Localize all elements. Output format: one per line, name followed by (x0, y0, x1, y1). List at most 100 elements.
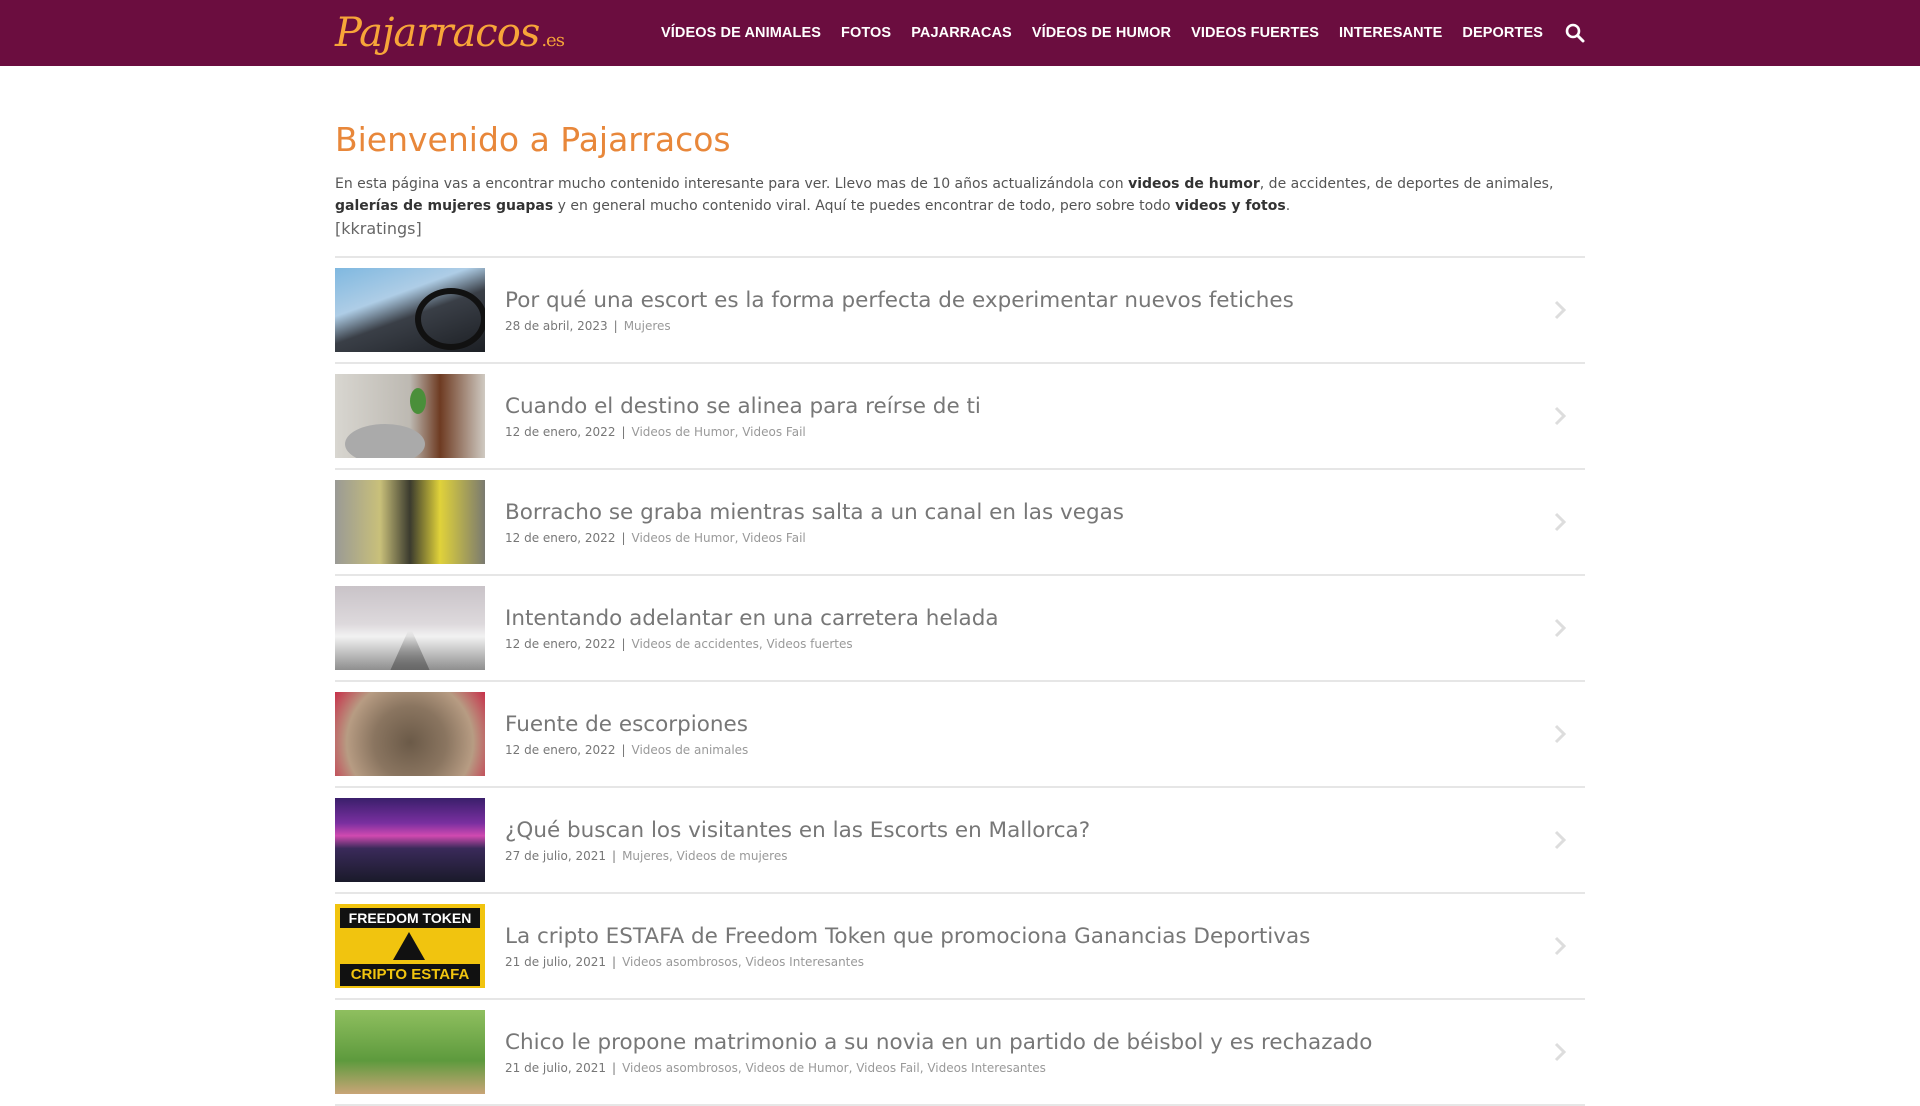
header-inner: Pajarracos .es VÍDEOS DE ANIMALES FOTOS … (335, 0, 1585, 66)
site-header: Pajarracos .es VÍDEOS DE ANIMALES FOTOS … (0, 0, 1920, 66)
site-logo[interactable]: Pajarracos .es (335, 10, 565, 56)
post-row[interactable]: Fuente de escorpiones 12 de enero, 2022 |… (335, 682, 1585, 788)
post-thumbnail[interactable] (335, 374, 485, 458)
post-categories[interactable]: Videos asombrosos, Videos de Humor, Vide… (622, 1061, 1046, 1075)
post-text: Chico le propone matrimonio a su novia e… (505, 1030, 1549, 1075)
chevron-right-icon[interactable] (1549, 511, 1571, 533)
chevron-right-icon[interactable] (1549, 935, 1571, 957)
meta-separator: | (621, 424, 626, 439)
thumb-caption-bottom: CRIPTO ESTAFA (340, 964, 480, 986)
intro-part-1: En esta página vas a encontrar mucho con… (335, 176, 1129, 192)
post-text: ¿Qué buscan los visitantes en las Escort… (505, 818, 1549, 863)
post-row[interactable]: Chico le propone matrimonio a su novia e… (335, 1000, 1585, 1106)
chevron-right-icon[interactable] (1549, 617, 1571, 639)
nav-deportes[interactable]: DEPORTES (1462, 25, 1543, 41)
logo-suffix: .es (541, 30, 565, 51)
post-thumbnail[interactable] (335, 480, 485, 564)
meta-separator: | (621, 530, 626, 545)
post-categories[interactable]: Videos de accidentes, Videos fuertes (632, 637, 853, 651)
post-meta: 12 de enero, 2022 | Videos de Humor, Video… (505, 425, 1549, 439)
post-row[interactable]: ¿Qué buscan los visitantes en las Escort… (335, 788, 1585, 894)
intro-bold-1: videos de humor (1128, 176, 1260, 192)
post-meta: 12 de enero, 2022 | Videos de accidentes, … (505, 637, 1549, 651)
nav-fotos[interactable]: FOTOS (841, 25, 891, 41)
chevron-right-icon[interactable] (1549, 723, 1571, 745)
post-row[interactable]: Por qué una escort es la forma perfecta … (335, 258, 1585, 364)
post-title[interactable]: La cripto ESTAFA de Freedom Token que pr… (505, 924, 1549, 949)
post-meta: 21 de julio, 2021 | Videos asombrosos, Vid… (505, 955, 1549, 969)
post-thumbnail[interactable] (335, 692, 485, 776)
chevron-right-icon[interactable] (1549, 405, 1571, 427)
post-categories[interactable]: Videos asombrosos, Videos Interesantes (622, 955, 864, 969)
chevron-right-icon[interactable] (1549, 299, 1571, 321)
post-thumbnail[interactable] (335, 268, 485, 352)
post-meta: 12 de enero, 2022 | Videos de Humor, Video… (505, 531, 1549, 545)
thumb-caption-top: FREEDOM TOKEN (340, 908, 480, 928)
chevron-right-icon[interactable] (1549, 829, 1571, 851)
meta-separator: | (621, 636, 626, 651)
post-categories[interactable]: Videos de animales (632, 743, 749, 757)
post-thumbnail[interactable] (335, 1010, 485, 1094)
post-categories[interactable]: Mujeres (624, 319, 671, 333)
post-list: Por qué una escort es la forma perfecta … (335, 256, 1585, 1106)
nav-videos-humor[interactable]: VÍDEOS DE HUMOR (1032, 25, 1171, 41)
nav-videos-fuertes[interactable]: VIDEOS FUERTES (1191, 25, 1319, 41)
meta-separator: | (612, 954, 617, 969)
post-categories[interactable]: Videos de Humor, Videos Fail (632, 425, 806, 439)
post-date: 12 de enero, 2022 (505, 742, 616, 757)
post-meta: 12 de enero, 2022 | Videos de animales (505, 743, 1549, 757)
post-row[interactable]: Intentando adelantar en una carretera he… (335, 576, 1585, 682)
post-row[interactable]: FREEDOM TOKEN CRIPTO ESTAFA La cripto ES… (335, 894, 1585, 1000)
post-date: 12 de enero, 2022 (505, 424, 616, 439)
meta-separator: | (612, 848, 617, 863)
post-meta: 27 de julio, 2021 | Mujeres, Videos de muj… (505, 849, 1549, 863)
intro-bold-2: galerías de mujeres guapas (335, 198, 554, 214)
nav-pajarracas[interactable]: PAJARRACAS (911, 25, 1012, 41)
intro-text: En esta página vas a encontrar mucho con… (335, 173, 1585, 217)
post-date: 21 de julio, 2021 (505, 954, 607, 969)
post-title[interactable]: Chico le propone matrimonio a su novia e… (505, 1030, 1549, 1055)
meta-separator: | (612, 1060, 617, 1075)
post-thumbnail[interactable] (335, 586, 485, 670)
post-thumbnail[interactable] (335, 798, 485, 882)
logo-text: Pajarracos (335, 10, 540, 56)
search-icon[interactable] (1565, 23, 1585, 43)
post-text: Intentando adelantar en una carretera he… (505, 606, 1549, 651)
nav-interesante[interactable]: INTERESANTE (1339, 25, 1442, 41)
post-date: 27 de julio, 2021 (505, 848, 607, 863)
post-row[interactable]: Borracho se graba mientras salta a un ca… (335, 470, 1585, 576)
post-text: La cripto ESTAFA de Freedom Token que pr… (505, 924, 1549, 969)
post-text: Fuente de escorpiones 12 de enero, 2022 |… (505, 712, 1549, 757)
main-content: Bienvenido a Pajarracos En esta página v… (335, 66, 1585, 1106)
intro-bold-3: videos y fotos (1175, 198, 1286, 214)
meta-separator: | (621, 742, 626, 757)
intro-part-2: , de accidentes, de deportes de animales… (1259, 176, 1554, 192)
page-title: Bienvenido a Pajarracos (335, 120, 731, 159)
post-date: 28 de abril, 2023 (505, 318, 608, 333)
post-categories[interactable]: Mujeres, Videos de mujeres (622, 849, 787, 863)
post-categories[interactable]: Videos de Humor, Videos Fail (632, 531, 806, 545)
post-title[interactable]: Por qué una escort es la forma perfecta … (505, 288, 1549, 313)
post-date: 21 de julio, 2021 (505, 1060, 607, 1075)
post-row[interactable]: Cuando el destino se alinea para reírse … (335, 364, 1585, 470)
ratings-shortcode: [kkratings] (335, 219, 422, 238)
intro-part-3: y en general mucho contenido viral. Aquí… (553, 198, 1176, 214)
intro-part-4: . (1285, 198, 1291, 214)
post-title[interactable]: Intentando adelantar en una carretera he… (505, 606, 1549, 631)
post-title[interactable]: ¿Qué buscan los visitantes en las Escort… (505, 818, 1549, 843)
post-text: Borracho se graba mientras salta a un ca… (505, 500, 1549, 545)
post-date: 12 de enero, 2022 (505, 530, 616, 545)
chevron-right-icon[interactable] (1549, 1041, 1571, 1063)
post-meta: 28 de abril, 2023 | Mujeres (505, 319, 1549, 333)
post-date: 12 de enero, 2022 (505, 636, 616, 651)
post-title[interactable]: Borracho se graba mientras salta a un ca… (505, 500, 1549, 525)
main-nav: VÍDEOS DE ANIMALES FOTOS PAJARRACAS VÍDE… (641, 23, 1585, 43)
post-text: Por qué una escort es la forma perfecta … (505, 288, 1549, 333)
post-title[interactable]: Fuente de escorpiones (505, 712, 1549, 737)
post-thumbnail[interactable]: FREEDOM TOKEN CRIPTO ESTAFA (335, 904, 485, 988)
post-text: Cuando el destino se alinea para reírse … (505, 394, 1549, 439)
post-title[interactable]: Cuando el destino se alinea para reírse … (505, 394, 1549, 419)
nav-videos-animales[interactable]: VÍDEOS DE ANIMALES (661, 25, 821, 41)
post-meta: 21 de julio, 2021 | Videos asombrosos, Vid… (505, 1061, 1549, 1075)
meta-separator: | (613, 318, 618, 333)
